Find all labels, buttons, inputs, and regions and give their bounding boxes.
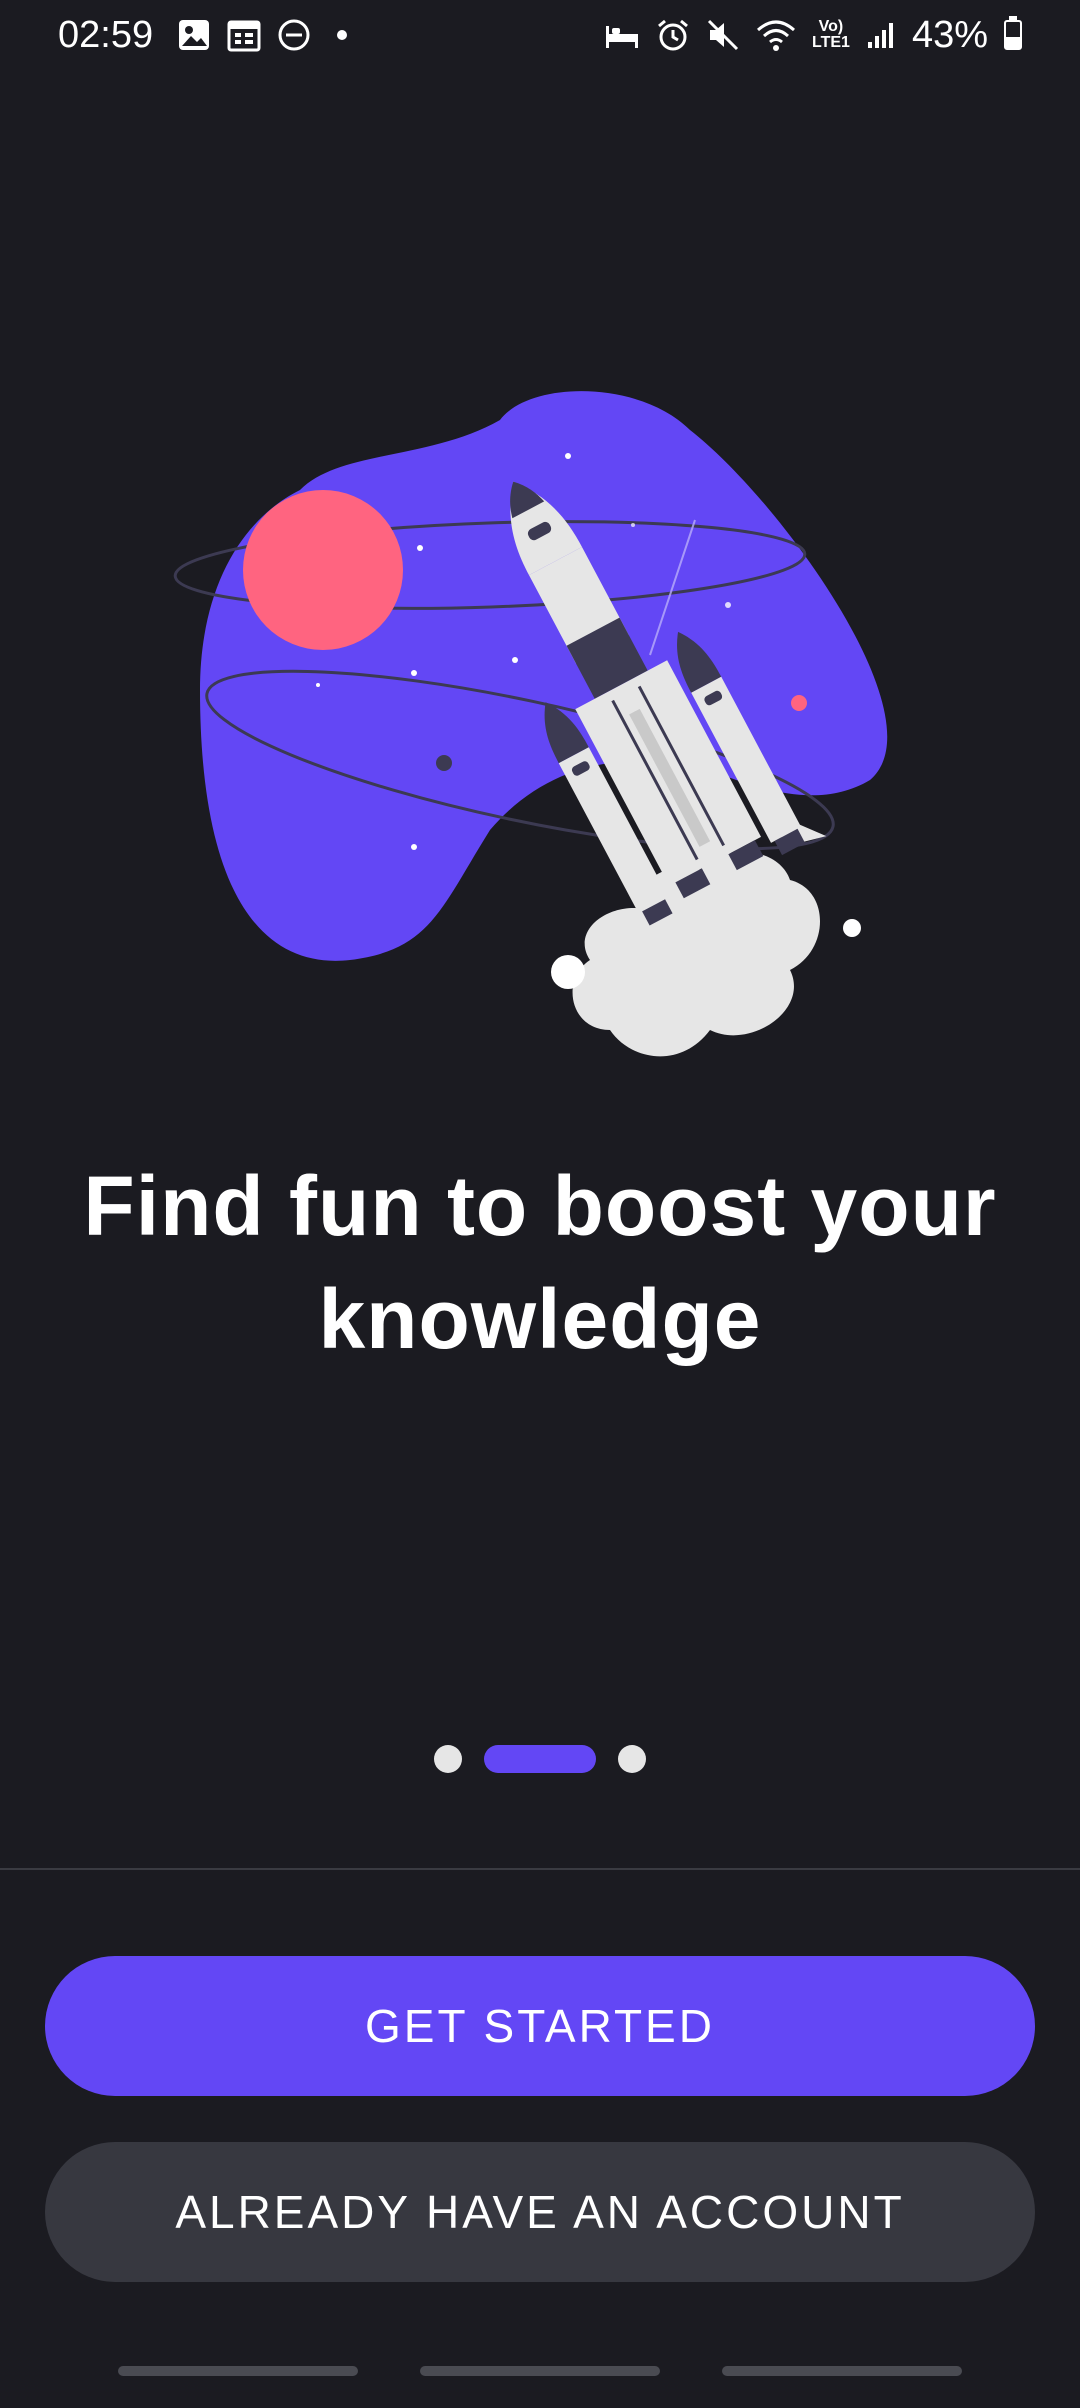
status-left: 02:59 [58,13,348,57]
nav-back-handle[interactable] [722,2366,962,2376]
gesture-nav-bar [0,2358,1080,2408]
already-have-account-button[interactable]: ALREADY HAVE AN ACCOUNT [45,2142,1035,2282]
rocket-launch-illustration [173,391,888,1057]
battery-icon [1004,16,1022,50]
status-right: Vo) LTE1 43% [604,14,1022,57]
onboarding-screen: 02:59 Vo) LTE1 43% Find fun to boost you… [0,0,1080,2408]
sleep-icon [604,20,640,50]
battery-percent: 43% [911,13,988,56]
wifi-icon [756,18,796,52]
image-icon [177,18,211,52]
network-type: Vo) LTE1 [812,19,850,51]
calendar-icon [227,18,261,52]
mute-icon [706,18,740,52]
signal-icon [866,20,896,50]
nav-home-handle[interactable] [420,2366,660,2376]
nav-recents-handle[interactable] [118,2366,358,2376]
page-dot-2-active[interactable] [484,1745,596,1773]
notification-dot [337,30,348,40]
onboarding-headline: Find fun to boost your knowledge [83,1159,997,1366]
network-label-top: Vo) [818,18,844,35]
status-time: 02:59 [58,13,154,56]
alarm-icon [656,18,690,52]
page-dot-1[interactable] [434,1745,462,1773]
get-started-button[interactable]: GET STARTED [45,1956,1035,2096]
status-bar: 02:59 Vo) LTE1 43% [0,0,1080,70]
dnd-icon [277,18,311,52]
divider [0,1868,1080,1870]
network-label-bottom: LTE1 [812,34,850,51]
page-indicator [0,1745,1080,1773]
page-dot-3[interactable] [618,1745,646,1773]
